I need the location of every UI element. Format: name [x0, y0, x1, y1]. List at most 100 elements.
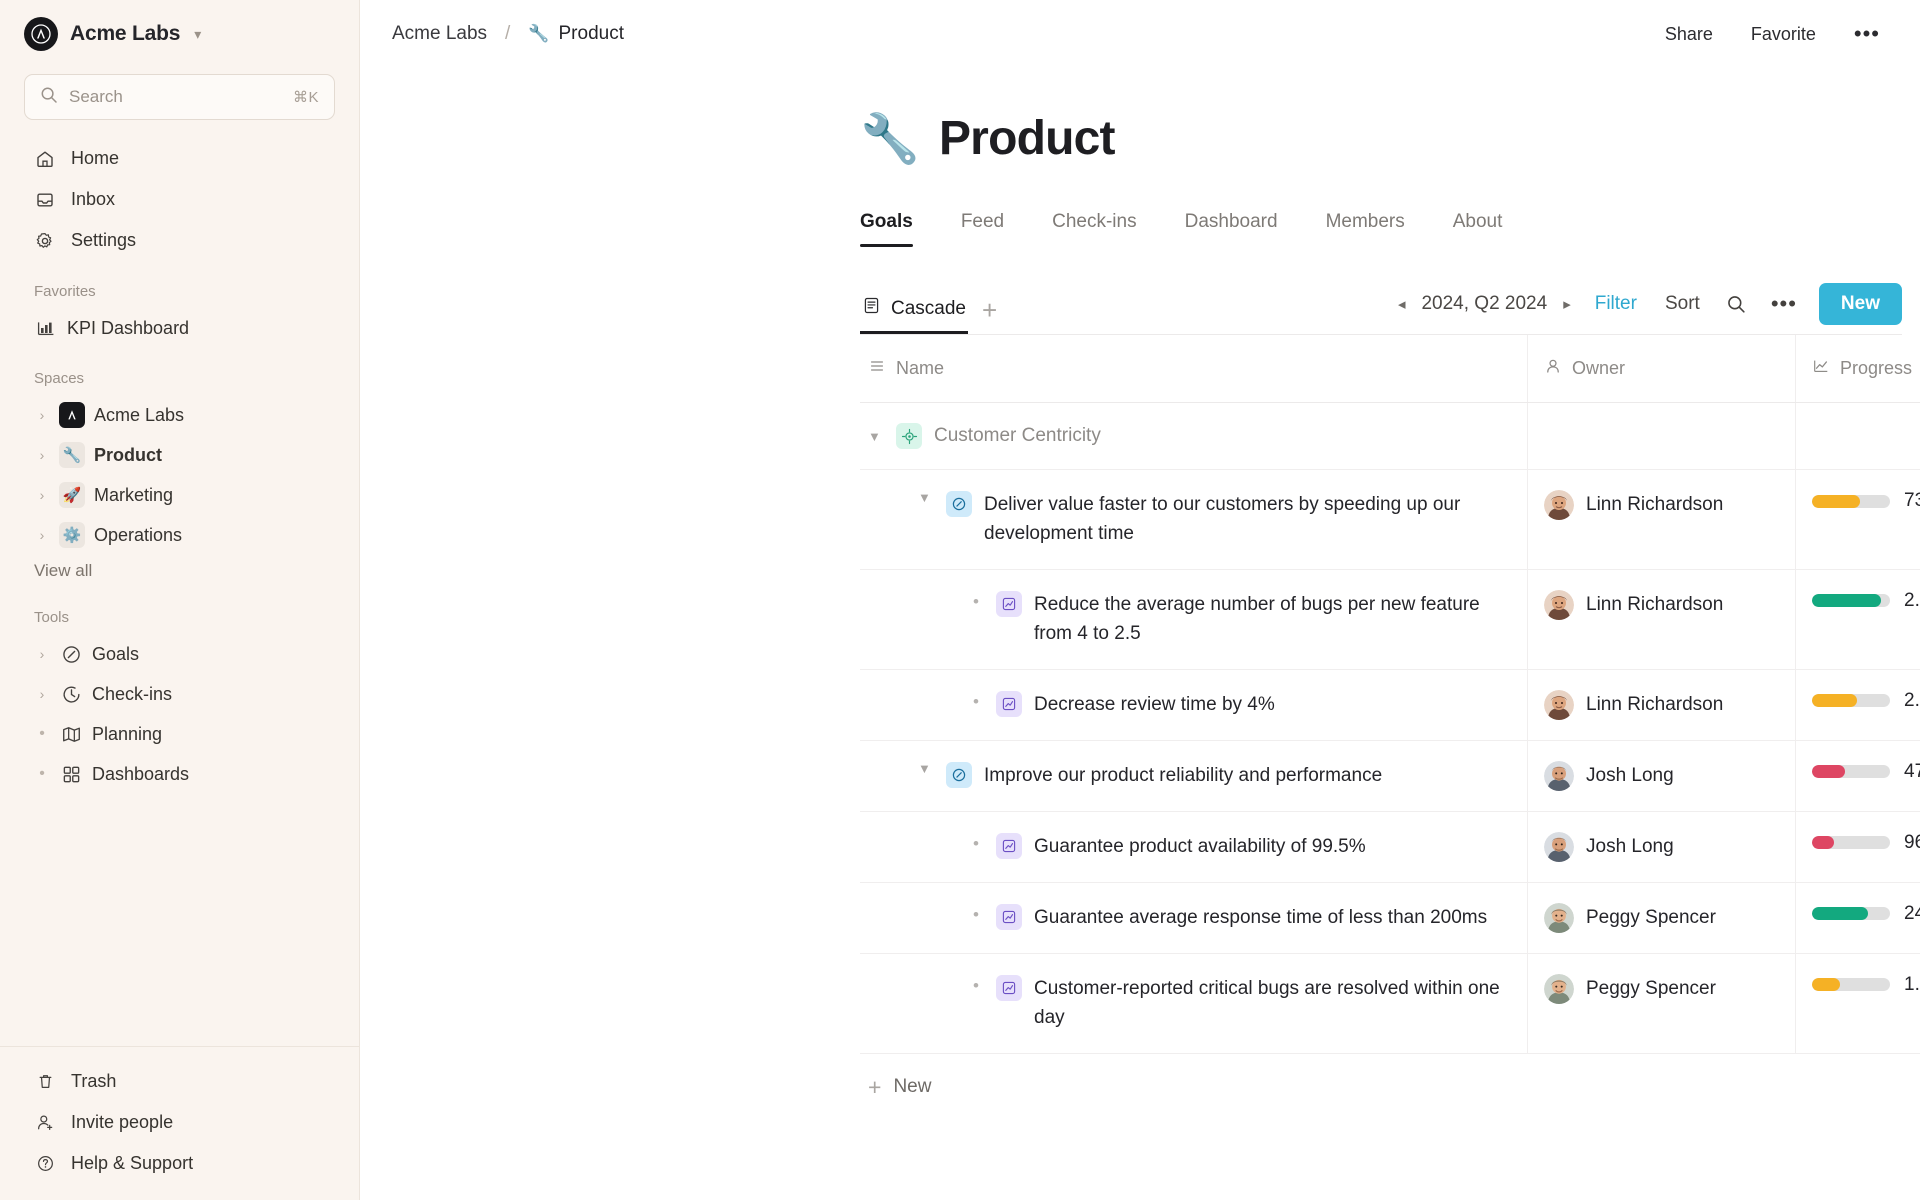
chevron-right-icon[interactable]: › [34, 487, 50, 503]
table-header-row: Name Owner Progress [860, 335, 1920, 403]
column-header-owner[interactable]: Owner [1528, 335, 1796, 402]
person-icon [1544, 357, 1562, 380]
search-icon[interactable] [1714, 294, 1759, 315]
objective-compass-icon [946, 491, 972, 517]
sidebar-tool-label: Check-ins [92, 683, 173, 704]
chevron-right-icon[interactable]: › [34, 447, 50, 463]
row-owner-cell: Peggy Spencer [1528, 953, 1796, 1053]
share-button[interactable]: Share [1665, 24, 1713, 45]
sidebar-tool-check-ins[interactable]: › Check-ins [24, 674, 335, 714]
table-row[interactable]: ▼ Deliver value faster to our customers … [860, 470, 1920, 570]
search-input[interactable]: Search ⌘K [24, 74, 335, 120]
sidebar-item-help-support[interactable]: Help & Support [24, 1143, 335, 1184]
period-label[interactable]: 2024, Q2 2024 [1415, 293, 1553, 315]
page-header: 🔧 Product [360, 68, 1920, 167]
bullet-icon: • [973, 975, 979, 995]
row-progress-cell: 2.7 [1796, 570, 1920, 669]
clock-icon [59, 684, 83, 705]
next-period-button[interactable]: ▸ [1553, 295, 1581, 313]
column-header-label: Owner [1572, 358, 1626, 378]
avatar [1544, 589, 1574, 620]
sidebar-tool-dashboards[interactable]: • Dashboards [24, 754, 335, 794]
table-row[interactable]: • Reduce the average number of bugs per … [860, 569, 1920, 670]
row-title: Customer-reported critical bugs are reso… [1034, 977, 1500, 1029]
group-owner-cell [1528, 403, 1796, 469]
sidebar-tool-label: Dashboards [92, 763, 190, 784]
progress-value: 96.7 % [1904, 831, 1920, 853]
view-all-spaces-link[interactable]: View all [24, 555, 335, 587]
dot-marker-icon: • [39, 725, 45, 742]
add-view-button[interactable]: + [982, 297, 997, 333]
sidebar-item-label: Help & Support [71, 1153, 194, 1173]
tab-about[interactable]: About [1429, 211, 1527, 247]
page-title: 🔧 Product [860, 110, 1920, 167]
sidebar-item-home[interactable]: Home [24, 138, 335, 179]
chevron-right-icon[interactable]: › [34, 646, 50, 662]
sort-button[interactable]: Sort [1651, 293, 1714, 315]
filter-button[interactable]: Filter [1581, 293, 1651, 315]
space-emoji [59, 402, 85, 428]
tab-feed[interactable]: Feed [937, 211, 1028, 247]
row-owner-cell: Josh Long [1528, 811, 1796, 882]
chevron-right-icon[interactable]: › [34, 686, 50, 702]
sidebar-tool-planning[interactable]: • Planning [24, 714, 335, 754]
table-row[interactable]: • Guarantee product availability of 99.5… [860, 811, 1920, 883]
sidebar-space-operations[interactable]: › ⚙️ Operations [24, 515, 335, 555]
tab-members[interactable]: Members [1302, 211, 1429, 247]
sidebar-space-marketing[interactable]: › 🚀 Marketing [24, 475, 335, 515]
column-header-name[interactable]: Name [860, 335, 1528, 402]
target-icon [896, 423, 922, 449]
breadcrumb-root[interactable]: Acme Labs [392, 23, 487, 45]
table-row[interactable]: • Customer-reported critical bugs are re… [860, 953, 1920, 1054]
column-header-progress[interactable]: Progress [1796, 335, 1920, 402]
workspace-switcher[interactable]: Acme Labs ▾ [24, 0, 335, 68]
sidebar-item-invite-people[interactable]: Invite people [24, 1102, 335, 1143]
sidebar-item-inbox[interactable]: Inbox [24, 179, 335, 220]
sidebar-tool-goals[interactable]: › Goals [24, 634, 335, 674]
table-row[interactable]: • Decrease review time by 4% Linn Richar… [860, 669, 1920, 741]
sidebar-item-settings[interactable]: Settings [24, 220, 335, 261]
breadcrumb-separator: / [505, 23, 511, 44]
row-owner-cell: Peggy Spencer [1528, 882, 1796, 953]
toolbar-more-button[interactable]: ••• [1759, 293, 1809, 315]
chevron-right-icon[interactable]: › [34, 407, 50, 423]
tab-check-ins[interactable]: Check-ins [1028, 211, 1160, 247]
collapse-triangle-icon[interactable]: ▼ [918, 490, 934, 505]
bullet-icon: • [973, 833, 979, 853]
collapse-triangle-icon[interactable]: ▼ [918, 761, 934, 776]
favorite-button[interactable]: Favorite [1751, 24, 1816, 45]
new-button[interactable]: New [1818, 283, 1902, 325]
progress-value: 245 ms [1904, 902, 1920, 924]
view-toolbar: Cascade + ◂ 2024, Q2 2024 ▸ Filter Sort [860, 283, 1902, 335]
breadcrumb-current[interactable]: 🔧 Product [528, 23, 624, 45]
sidebar-space-acme-labs[interactable]: › Acme Labs [24, 395, 335, 435]
page-title-text: Product [938, 112, 1116, 165]
favorites-section-label: Favorites [34, 283, 96, 300]
collapse-triangle-icon[interactable]: ▼ [868, 429, 884, 444]
goals-table: Name Owner Progress ▼ Customer Centricit… [860, 335, 1920, 1054]
table-header: Name Owner Progress [860, 335, 1920, 403]
sidebar-item-label: Home [71, 148, 120, 168]
progress-value: 73 % [1904, 490, 1920, 511]
table-row[interactable]: ▼ Improve our product reliability and pe… [860, 740, 1920, 812]
add-new-goal-row[interactable]: + New [860, 1054, 1920, 1121]
owner-name: Josh Long [1586, 764, 1674, 786]
owner-name: Peggy Spencer [1586, 977, 1716, 999]
progress-bar [1812, 494, 1890, 508]
tab-dashboard[interactable]: Dashboard [1161, 211, 1302, 247]
tab-goals[interactable]: Goals [860, 211, 937, 247]
document-list-icon [862, 296, 881, 321]
view-tab-cascade[interactable]: Cascade [860, 296, 968, 334]
inbox-icon [34, 189, 56, 211]
avatar [1544, 760, 1574, 791]
trash-icon [34, 1071, 56, 1093]
bullet-icon: • [973, 691, 979, 711]
more-options-button[interactable]: ••• [1854, 21, 1880, 47]
sidebar-item-trash[interactable]: Trash [24, 1061, 335, 1102]
sidebar-item-kpi-dashboard[interactable]: KPI Dashboard [24, 308, 335, 348]
sidebar-space-product[interactable]: › 🔧 Product [24, 435, 335, 475]
previous-period-button[interactable]: ◂ [1388, 295, 1416, 313]
table-row[interactable]: • Guarantee average response time of les… [860, 882, 1920, 954]
progress-value: 2.7 [1904, 589, 1920, 611]
chevron-right-icon[interactable]: › [34, 527, 50, 543]
